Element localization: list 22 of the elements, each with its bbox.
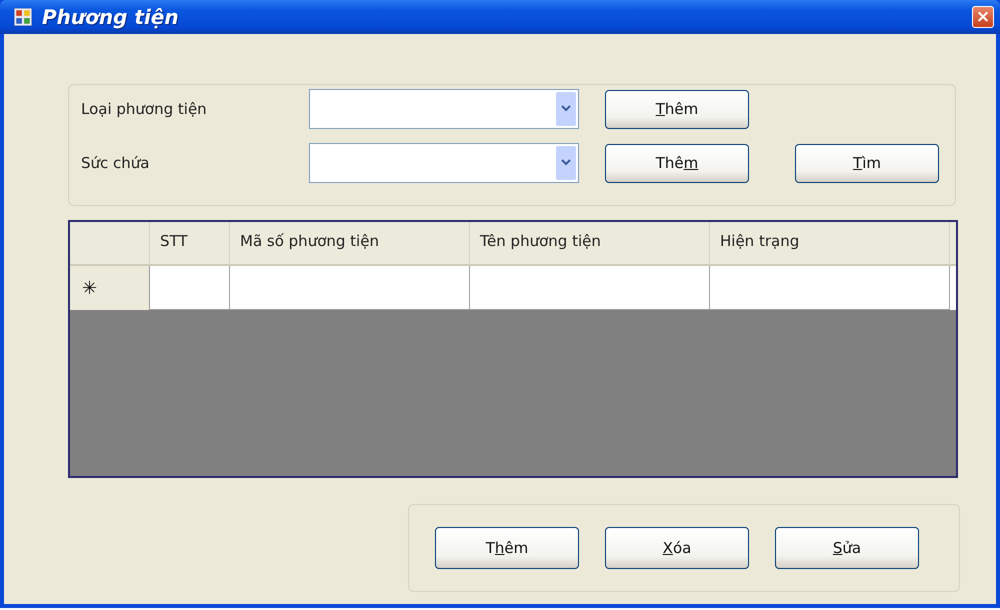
search-button[interactable]: Tìm: [795, 144, 939, 182]
column-header[interactable]: STT: [150, 222, 230, 264]
table-cell[interactable]: [150, 266, 230, 310]
field-label: Loại phương tiện: [81, 100, 208, 118]
column-header[interactable]: Mã số phương tiện: [230, 222, 470, 264]
column-header[interactable]: Tên phương tiện: [470, 222, 710, 264]
new-row-marker: ✳: [70, 266, 150, 310]
action-button[interactable]: Sửa: [775, 527, 919, 569]
field-label: Sức chứa: [81, 154, 150, 172]
close-button[interactable]: ×: [972, 6, 994, 28]
add-button[interactable]: Thêm: [605, 90, 749, 128]
action-button[interactable]: Thêm: [435, 527, 579, 569]
dropdown-field[interactable]: [309, 143, 579, 183]
table-cell[interactable]: [710, 266, 950, 310]
table-cell[interactable]: [470, 266, 710, 310]
action-button[interactable]: Xóa: [605, 527, 749, 569]
column-header[interactable]: Hiện trạng: [710, 222, 950, 264]
add-button[interactable]: Thêm: [605, 144, 749, 182]
table-cell[interactable]: [230, 266, 470, 310]
window-title: Phương tiện: [42, 5, 180, 29]
dropdown-field[interactable]: [309, 89, 579, 129]
app-icon: [14, 8, 32, 26]
